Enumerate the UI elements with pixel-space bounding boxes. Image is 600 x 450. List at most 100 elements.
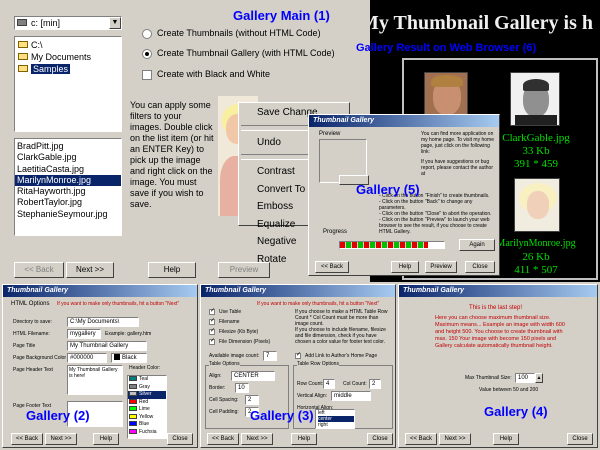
folder-item-my-documents[interactable]: My Documents [18,52,91,62]
help-button[interactable]: Help [93,433,119,445]
help-button[interactable]: Help [291,433,317,445]
help-button[interactable]: Help [493,433,519,445]
close-button[interactable]: Close [367,433,393,445]
again-button[interactable]: Again [459,239,495,251]
folder-list[interactable]: C:\ My Documents Samples [14,36,122,132]
color-option[interactable]: Teal [128,376,166,384]
folder-item-samples[interactable]: Samples [18,64,118,74]
use-table-checkbox[interactable] [209,307,215,315]
back-button[interactable]: << Back [315,261,349,273]
color-option[interactable]: Fuchsia [128,429,166,437]
thumbnails-only-radio[interactable] [142,29,152,39]
photo-face [527,191,549,219]
result-filesize-marilyn: 26 Kb [522,251,550,263]
close-button[interactable]: Close [567,433,593,445]
dir-input[interactable]: C:\My Documents\ [67,317,139,327]
avail-label: Available image count: [209,353,260,359]
color-option-label: Red [139,398,149,405]
page-title-input[interactable]: My Thumbnail Gallery [67,341,147,351]
add-link-checkbox[interactable] [295,351,301,359]
valign-select[interactable]: middle [331,391,371,401]
next-button[interactable]: Next >> [439,433,471,445]
file-item[interactable]: RobertTaylor.jpg [15,197,121,208]
cellspacing-label: Cell Spacing: [209,397,239,403]
help-button[interactable]: Help [391,261,419,273]
instructions-text: - Click on the button "Finish" to create… [379,193,492,235]
filename-input[interactable]: mygallery [67,329,101,339]
caption-gallery-5: Gallery (5) [356,182,420,197]
cellpadding-label: Cell Padding: [209,409,239,415]
window-title: Thumbnail Gallery [201,285,395,297]
chevron-down-icon[interactable]: ▼ [109,17,121,29]
align-select[interactable]: CENTER [231,371,275,381]
drive-select[interactable]: c: [min] ▼ [14,16,122,30]
file-item[interactable]: RitaHayworth.jpg [15,186,121,197]
back-button[interactable]: << Back [11,433,43,445]
help-button[interactable]: Help [148,262,196,278]
next-button[interactable]: Next >> [45,433,77,445]
file-item[interactable]: StephanieSeymour.jpg [15,209,121,220]
close-button[interactable]: Close [465,261,495,273]
border-input[interactable]: 10 [235,383,249,393]
back-button[interactable]: << Back [14,262,64,278]
max-size-spinner[interactable]: ▲ [535,373,543,383]
halign-option[interactable]: right [318,422,354,428]
max-size-label: Max Thumbnail Size: [465,375,512,381]
color-option[interactable]: Blue [128,421,166,429]
html-options-heading: HTML Options [11,301,50,307]
file-item[interactable]: BradPitt.jpg [15,141,121,152]
next-button[interactable]: Next >> [241,433,273,445]
preview-button[interactable]: Preview [425,261,457,273]
header-color-list[interactable]: Teal Gray Silver Red Lime Yellow Blue Fuchsia [127,375,167,439]
preview-button[interactable]: Preview [218,262,270,278]
file-item[interactable]: LaetitiaCasta.jpg [15,164,121,175]
thumbnail-image-clark[interactable] [510,72,560,126]
color-option[interactable]: Gray [128,384,166,392]
header-textarea[interactable]: My Thumbnail Gallery is here! [67,365,123,395]
file-list[interactable]: BradPitt.jpg ClarkGable.jpg LaetitiaCast… [14,138,122,236]
back-button[interactable]: << Back [207,433,239,445]
thumbnail-image-brad[interactable] [424,72,468,118]
color-swatch [129,383,137,389]
max-size-input[interactable]: 100 [515,373,535,383]
dimension-checkbox[interactable] [209,337,215,345]
color-option[interactable]: Lime [128,406,166,414]
table-options-label: Table Options [209,361,240,367]
folder-open-icon [18,65,28,72]
back-button[interactable]: << Back [405,433,437,445]
file-item-selected[interactable]: MarilynMonroe.jpg [15,174,121,187]
file-item[interactable]: ClarkGable.jpg [15,152,121,163]
result-filesize-clark: 33 Kb [522,145,550,157]
color-option-label: Yellow [139,413,154,420]
last-step-text: This is the last step! [469,305,523,311]
color-option[interactable]: Red [128,399,166,407]
filename-checkbox[interactable] [209,317,215,325]
valign-label: Vertical Align: [297,393,328,399]
filesize-checkbox[interactable] [209,327,215,335]
folder-open-icon [18,41,28,48]
window-title: Thumbnail Gallery [3,285,197,297]
thumbnail-gallery-radio[interactable] [142,49,152,59]
rowcount-input[interactable]: 4 [323,379,335,389]
hint-text: If you want to make only thumbnails, hit… [257,301,380,307]
filter-info-text: You can apply some filters to your image… [130,100,214,209]
close-button[interactable]: Close [167,433,193,445]
color-swatch [129,376,137,382]
caption-gallery-2: Gallery (2) [26,408,90,423]
color-option-label: Blue [139,421,150,427]
folder-item-root[interactable]: C:\ [18,40,43,50]
cellspacing-input[interactable]: 2 [245,395,259,405]
thumbnail-image-marilyn[interactable] [514,178,560,232]
about-text: You can find more application on my home… [421,131,494,155]
color-option[interactable]: Silver [128,391,166,399]
next-button[interactable]: Next >> [66,262,114,278]
bg-color-input[interactable]: #000000 [67,353,107,363]
photo-hair [431,75,463,87]
color-option[interactable]: Yellow [128,414,166,422]
halign-list[interactable]: left center right [315,409,355,429]
hint-text: If you want to make only thumbnails, hit… [57,301,180,307]
gallery-2-window: Thumbnail Gallery HTML Options If you wa… [2,284,198,448]
black-white-checkbox[interactable] [142,70,152,80]
bg-color-select[interactable]: Black [111,353,147,363]
colcount-input[interactable]: 2 [369,379,381,389]
